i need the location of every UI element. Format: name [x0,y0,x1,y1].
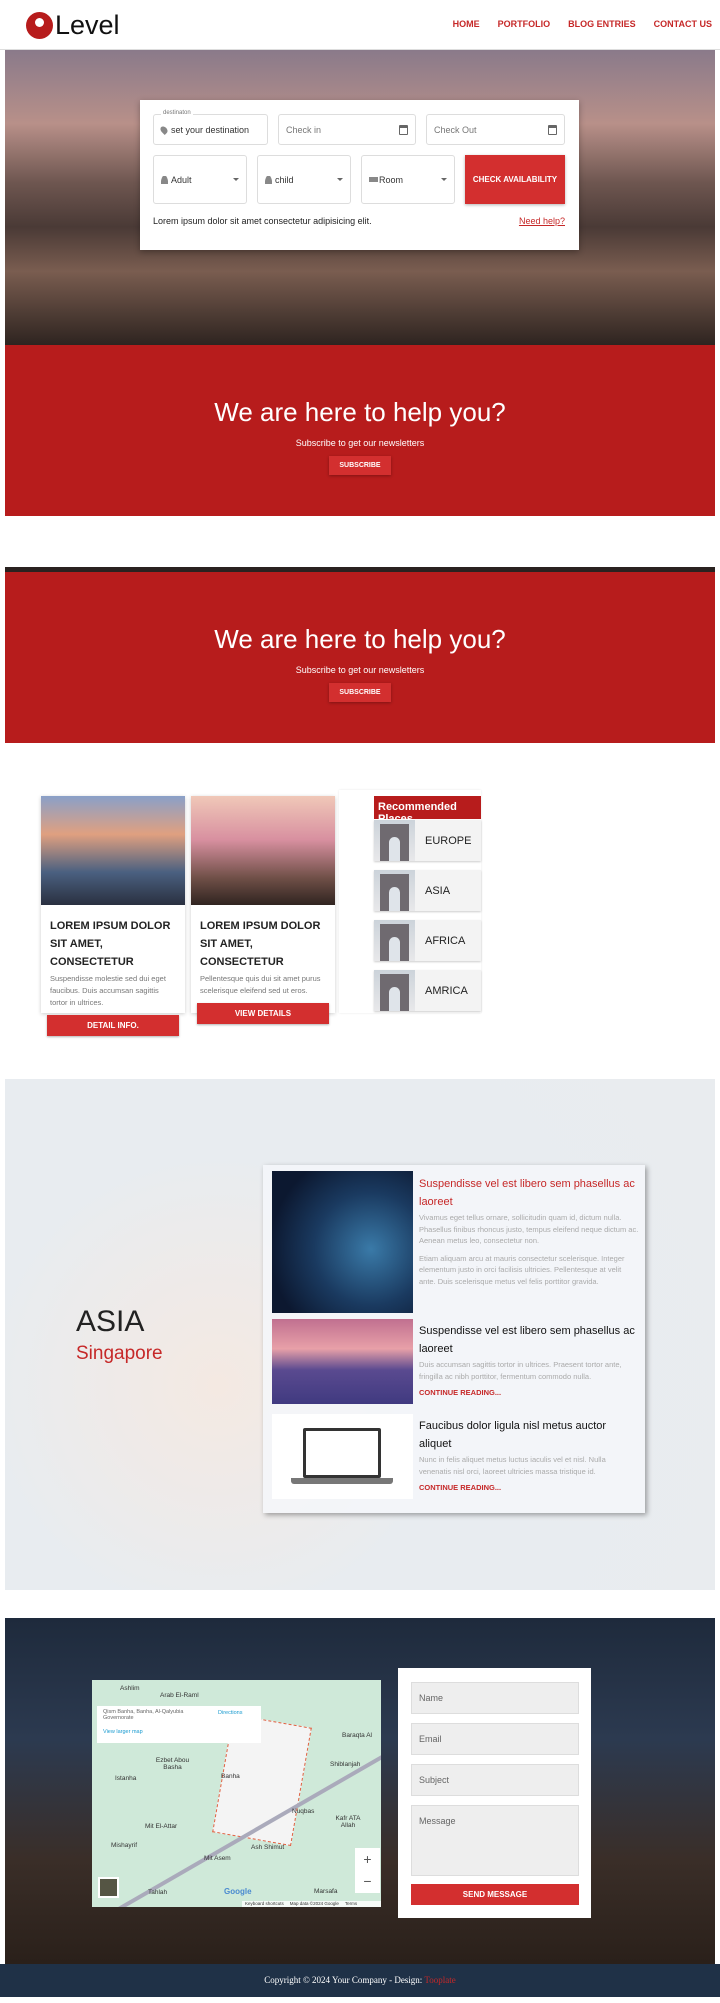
newsletter-title: We are here to help you? [214,397,506,427]
card: LOREM IPSUM DOLOR SIT AMET, CONSECTETUR … [41,796,185,1036]
terms-link[interactable]: Terms [345,1901,357,1907]
subscribe-button[interactable]: SUBSCRIBE [329,683,391,702]
nav-blog[interactable]: BLOG ENTRIES [568,19,636,29]
region-title: ASIA [76,1305,145,1338]
newsletter-subtitle: Subscribe to get our newsletters [295,665,425,675]
blog-title[interactable]: Faucibus dolor ligula nisl metus auctor … [419,1417,639,1453]
destination-field[interactable]: destinaton set your destination [153,110,268,145]
place-asia[interactable]: ASIA [374,870,481,911]
person-icon [161,175,168,184]
place-amrica[interactable]: AMRICA [374,970,481,1011]
calendar-icon [399,124,408,135]
city-image [41,796,185,905]
zoom-out-button[interactable]: − [355,1870,380,1892]
name-input[interactable]: Name [411,1682,579,1714]
person-icon [265,175,272,184]
blog-title[interactable]: Suspendisse vel est libero sem phasellus… [419,1175,639,1211]
booking-form: destinaton set your destination Check in… [140,100,579,250]
nav-contact[interactable]: CONTACT US [654,19,712,29]
caret-down-icon [233,178,239,181]
newsletter-section-2: We are here to help you? Subscribe to ge… [5,572,715,743]
adult-select[interactable]: Adult [153,155,247,204]
blog-title[interactable]: Suspendisse vel est libero sem phasellus… [419,1322,639,1358]
place-africa[interactable]: AFRICA [374,920,481,961]
tooplate-link[interactable]: Tooplate [424,1975,455,1985]
newsletter-title: We are here to help you? [214,624,506,654]
need-help-link[interactable]: Need help? [519,216,565,226]
message-textarea[interactable]: Message [411,1805,579,1876]
view-larger-map-link[interactable]: View larger map [103,1729,255,1735]
caret-down-icon [337,178,343,181]
nav-portfolio[interactable]: PORTFOLIO [498,19,551,29]
keyboard-shortcuts-link[interactable]: Keyboard shortcuts [245,1901,284,1907]
card-text: Suspendisse molestie sed dui eget faucib… [50,974,166,1007]
logo[interactable]: Level [26,10,120,41]
card: LOREM IPSUM DOLOR SIT AMET, CONSECTETUR … [191,796,335,1024]
checkout-field[interactable]: Check Out [426,114,565,145]
blog-item: Faucibus dolor ligula nisl metus auctor … [419,1417,639,1492]
check-availability-button[interactable]: CHECK AVAILABILITY [465,155,565,204]
arch-image [374,920,415,961]
header: Level HOME PORTFOLIO BLOG ENTRIES CONTAC… [0,0,720,50]
palm-city-image [191,796,335,905]
arch-image [374,820,415,861]
continue-reading-link[interactable]: CONTINUE READING... [419,1388,639,1397]
region-subtitle: Singapore [76,1343,163,1364]
booking-note: Lorem ipsum dolor sit amet consectetur a… [153,216,372,226]
newsletter-subtitle: Subscribe to get our newsletters [295,438,425,448]
contact-form: Name Email Subject Message SEND MESSAGE [398,1668,591,1918]
yoga-image [272,1319,413,1404]
room-select[interactable]: Room [361,155,455,204]
tech-globe-image [272,1171,413,1313]
arch-image [374,970,415,1011]
bed-icon [369,177,378,182]
satellite-toggle[interactable] [98,1877,119,1898]
footer: Copyright © 2024 Your Company - Design: … [0,1964,720,1997]
zoom-in-button[interactable]: + [355,1848,380,1870]
newsletter-section: We are here to help you? Subscribe to ge… [5,345,715,516]
embedded-map[interactable]: Qism Banha, Banha, Al-Qalyubia Governora… [92,1680,381,1907]
directions-link[interactable]: Directions [218,1710,242,1716]
recommended-title: Recommended Places [374,796,481,825]
subject-input[interactable]: Subject [411,1764,579,1796]
arch-image [374,870,415,911]
tree-logo-icon [26,12,53,39]
caret-down-icon [441,178,447,181]
view-details-button[interactable]: VIEW DETAILS [197,1003,329,1024]
map-info-box: Qism Banha, Banha, Al-Qalyubia Governora… [97,1706,261,1743]
subscribe-button[interactable]: SUBSCRIBE [329,456,391,475]
checkin-field[interactable]: Check in [278,114,416,145]
blog-list: Suspendisse vel est libero sem phasellus… [263,1165,645,1513]
nav: HOME PORTFOLIO BLOG ENTRIES CONTACT US [453,19,712,29]
card-text: Pellentesque quis dui sit amet purus sce… [200,974,321,995]
detail-info-button[interactable]: DETAIL INFO. [47,1015,179,1036]
blog-item: Suspendisse vel est libero sem phasellus… [419,1322,639,1397]
child-select[interactable]: child [257,155,351,204]
location-pin-icon [159,124,169,135]
email-input[interactable]: Email [411,1723,579,1755]
send-message-button[interactable]: SEND MESSAGE [411,1884,579,1905]
place-europe[interactable]: EUROPE [374,820,481,861]
card-title: LOREM IPSUM DOLOR SIT AMET, CONSECTETUR [50,920,171,968]
calendar-icon [548,124,557,135]
nav-home[interactable]: HOME [453,19,480,29]
continue-reading-link[interactable]: CONTINUE READING... [419,1483,639,1492]
card-title: LOREM IPSUM DOLOR SIT AMET, CONSECTETUR [200,920,321,968]
google-logo: Google [224,1887,252,1896]
laptop-image [272,1414,413,1499]
blog-item: Suspendisse vel est libero sem phasellus… [419,1175,639,1287]
